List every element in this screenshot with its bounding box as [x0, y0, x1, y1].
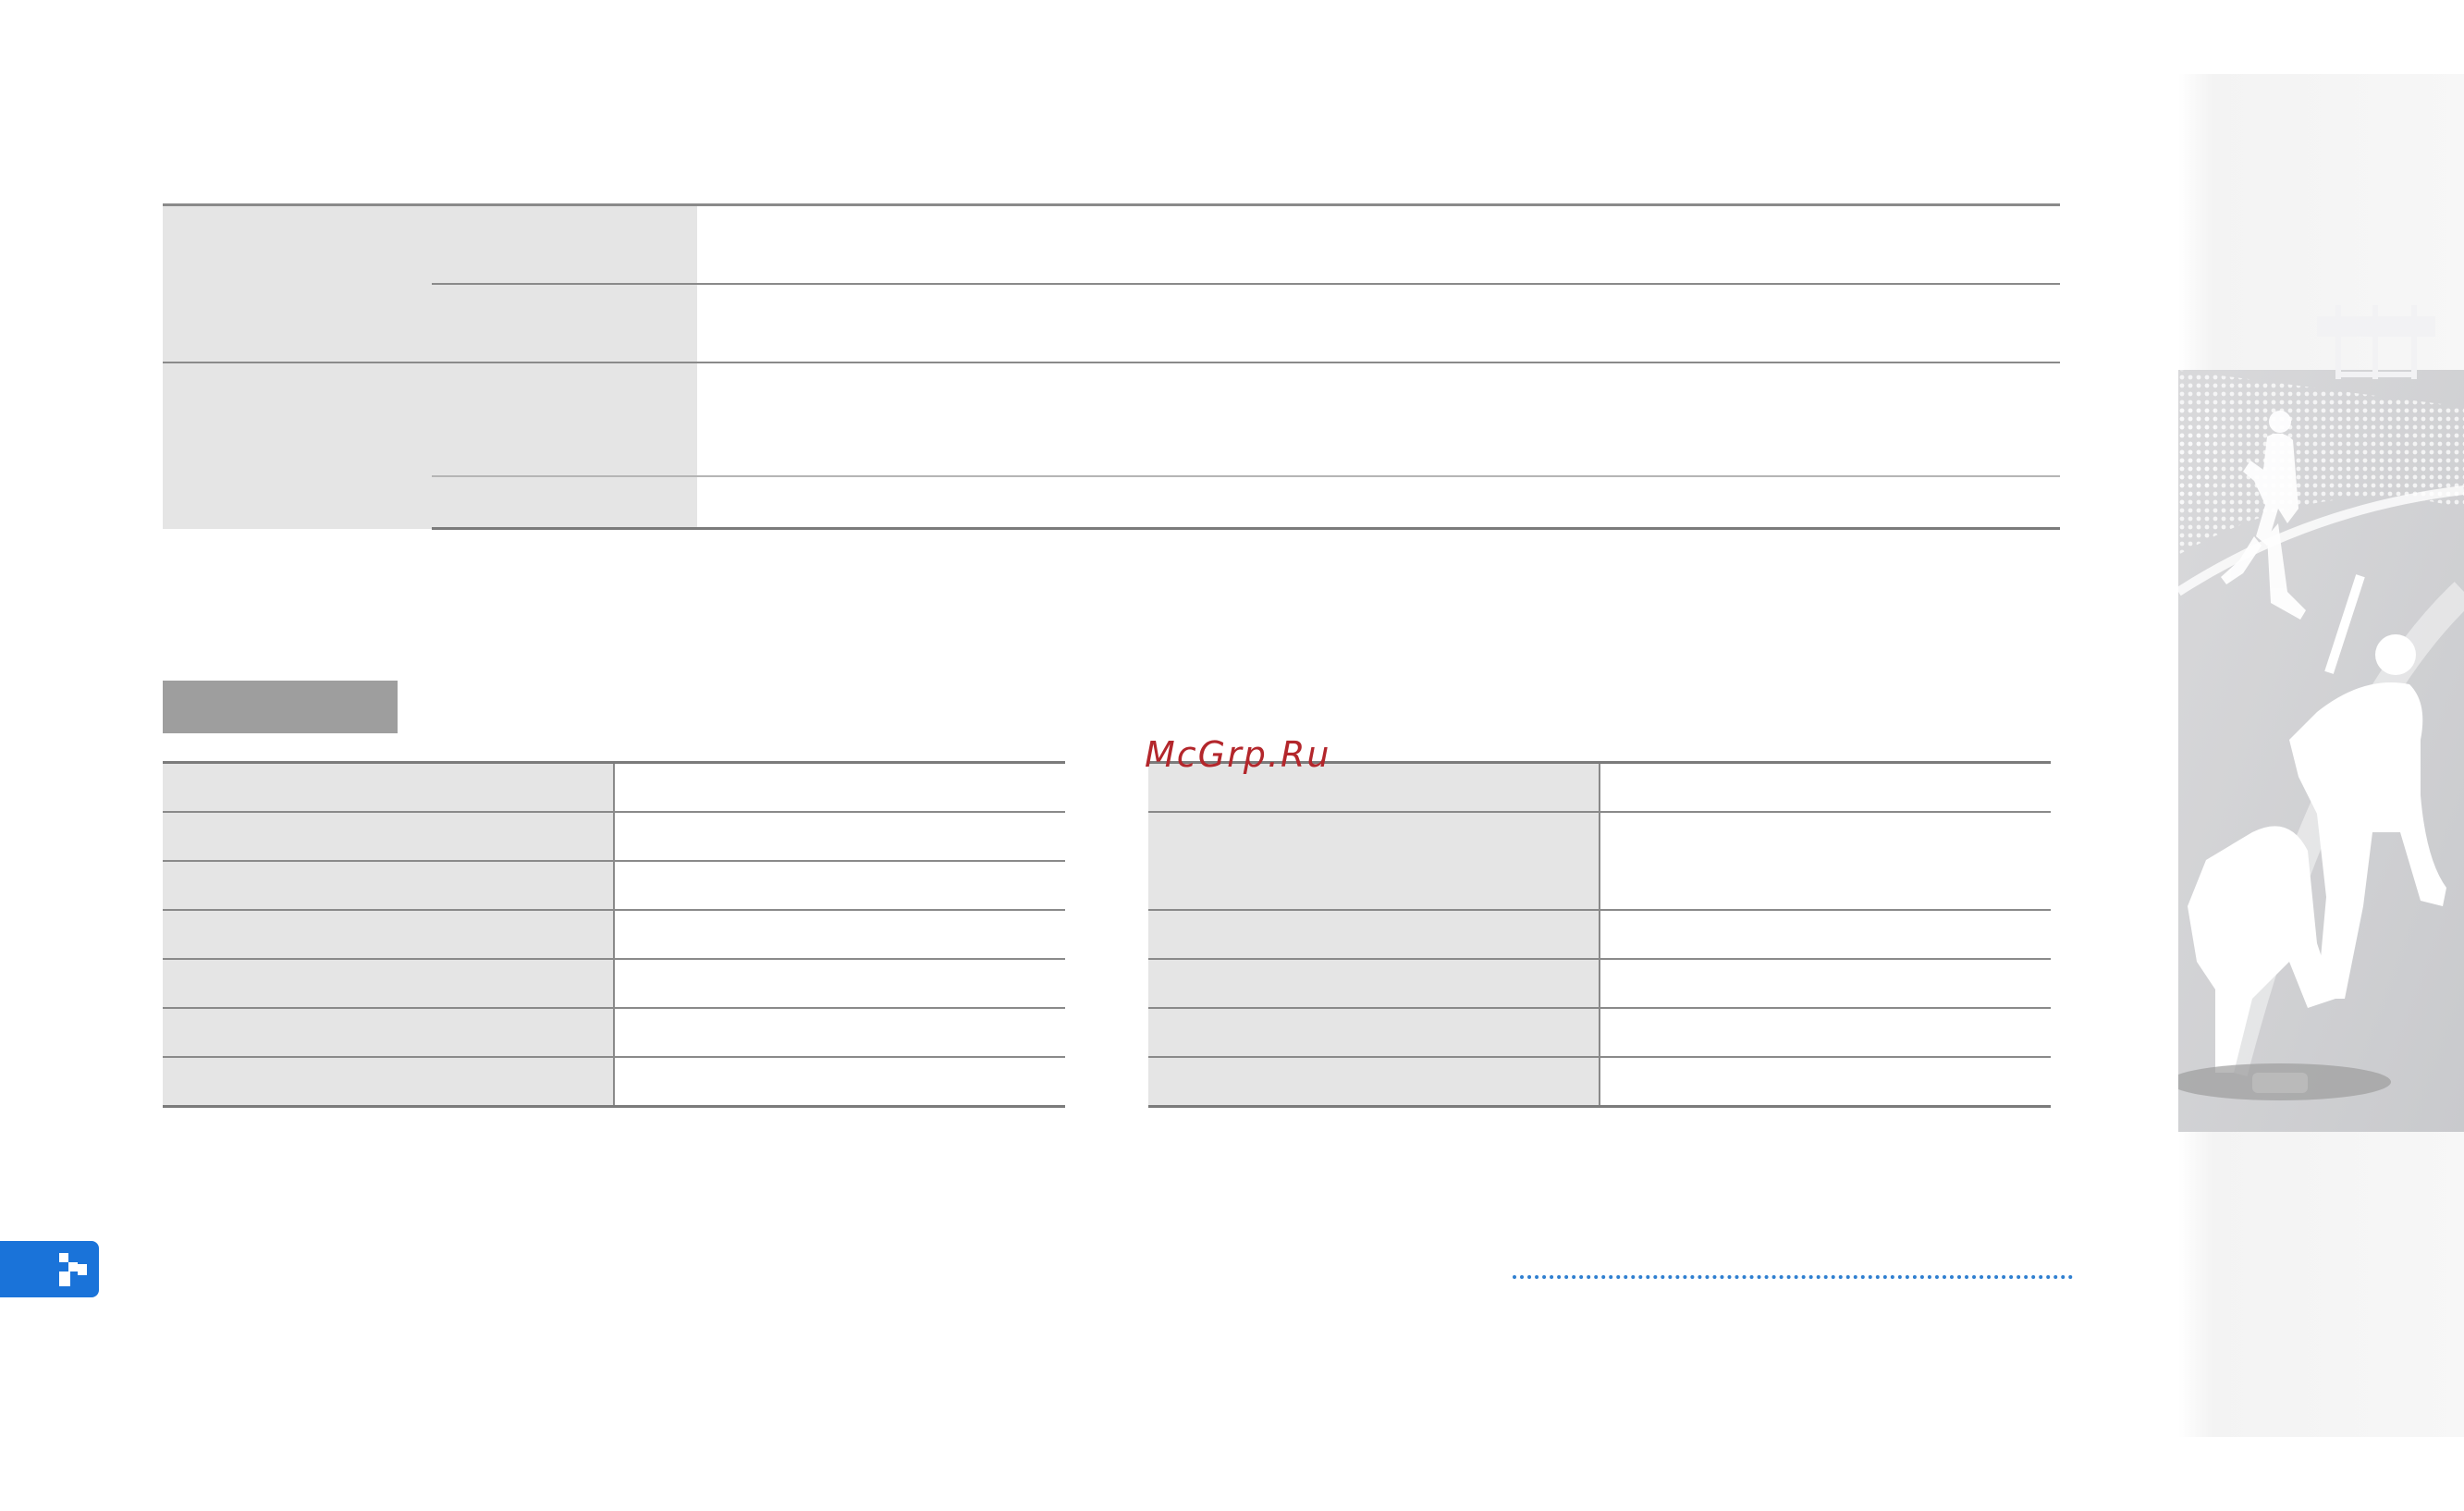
row-value-cell [1600, 1056, 2051, 1108]
spec-table-left [163, 761, 1065, 1108]
row-label-cell [1148, 1007, 1600, 1057]
row-label-cell [1148, 958, 1600, 1008]
spec-value-cell [697, 475, 1379, 530]
baseball-players-illustration [2178, 74, 2464, 1437]
spec-table-top [163, 203, 2060, 530]
row-label-cell [1148, 1056, 1600, 1108]
row-value-cell [1600, 811, 2051, 910]
table-row [1148, 958, 2051, 1008]
row-label-cell [1148, 909, 1600, 959]
row-label-cell [163, 811, 615, 861]
spec-group-header-1 [163, 203, 432, 362]
row-value-cell [614, 860, 1065, 910]
spec-subheader-4 [432, 475, 697, 530]
table-row [163, 1056, 1065, 1108]
table-row [163, 811, 1065, 861]
row-label-cell [163, 958, 615, 1008]
spec-value-cell [697, 362, 1379, 476]
row-label-cell [163, 1007, 615, 1057]
pixel-arrow-icon [59, 1253, 87, 1286]
section-heading-box [163, 681, 398, 733]
row-value-cell [614, 958, 1065, 1008]
table-row [163, 909, 1065, 959]
spec-subheader-2 [432, 283, 697, 362]
row-label-cell [163, 909, 615, 959]
row-value-cell [614, 811, 1065, 861]
row-value-cell [614, 909, 1065, 959]
table-row [1148, 1007, 2051, 1057]
spec-value-cell [697, 203, 2060, 284]
row-value-cell [614, 1056, 1065, 1108]
table-row [1148, 909, 2051, 959]
table-row [163, 958, 1065, 1008]
spec-group-header-2 [163, 362, 432, 529]
row-value-cell [1600, 958, 2051, 1008]
row-value-cell [614, 1007, 1065, 1057]
spec-value-cell [1379, 283, 2060, 362]
table-row [1148, 1056, 2051, 1108]
row-value-cell [1600, 909, 2051, 959]
page-nav-tab[interactable] [0, 1241, 99, 1297]
row-value-cell [1600, 761, 2051, 812]
row-label-cell [163, 1056, 615, 1108]
footer-dotted-rule [1513, 1275, 2073, 1279]
table-row [1148, 811, 2051, 910]
spec-value-cell [1379, 475, 2060, 530]
spec-table-right [1148, 761, 2051, 1108]
row-label-cell [163, 761, 615, 812]
table-row [163, 860, 1065, 910]
spec-subheader-1 [432, 203, 697, 284]
spec-subheader-3 [432, 362, 697, 476]
row-value-cell [614, 761, 1065, 812]
table-row [163, 761, 1065, 812]
row-label-cell [1148, 811, 1600, 910]
row-value-cell [1600, 1007, 2051, 1057]
row-label-cell [163, 860, 615, 910]
watermark-text: McGrp.Ru [1145, 734, 1331, 775]
spec-value-cell [697, 283, 1379, 362]
spec-value-cell [1379, 362, 2060, 476]
table-row [163, 1007, 1065, 1057]
